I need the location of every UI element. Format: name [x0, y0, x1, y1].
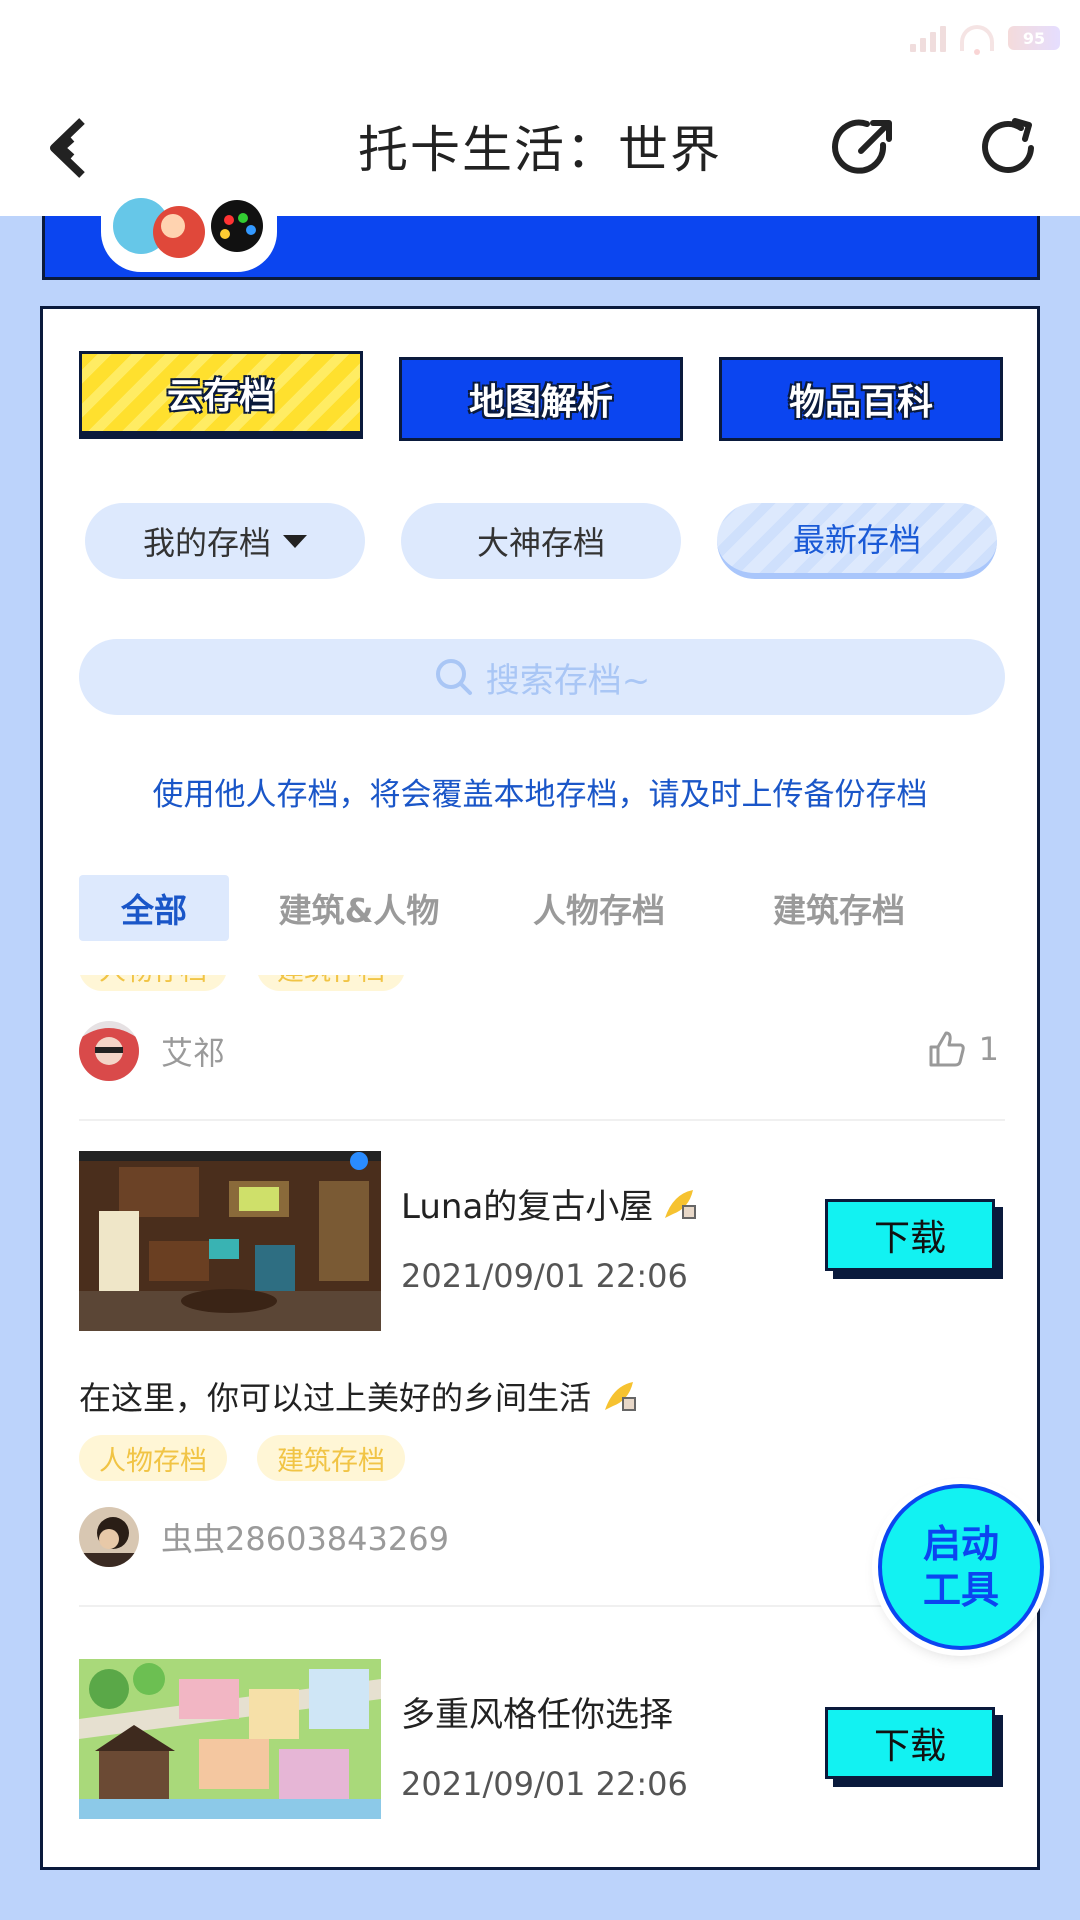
top-nav-buttons: 云存档 地图解析 物品百科 — [79, 351, 1009, 447]
tag-list: 人物存档 建筑存档 — [79, 975, 405, 991]
master-archive-pill[interactable]: 大神存档 — [401, 503, 681, 579]
refresh-button[interactable] — [970, 110, 1046, 186]
share-icon — [832, 119, 892, 174]
archive-title: 多重风格任你选择 — [401, 1687, 673, 1736]
divider — [79, 1119, 1005, 1121]
battery-icon: 95 — [1008, 26, 1060, 50]
author-row: 虫虫28603843269 — [79, 1505, 999, 1569]
archive-thumbnail — [79, 1659, 381, 1819]
filter-pills: 我的存档 大神存档 最新存档 — [85, 503, 1005, 583]
avatar[interactable] — [79, 1021, 139, 1081]
signal-icon — [910, 24, 946, 52]
archive-item[interactable]: 多重风格任你选择 2021/09/01 22:06 下载 — [79, 1659, 1005, 1839]
battery-level: 95 — [1022, 28, 1046, 48]
archive-title-text: 多重风格任你选择 — [401, 1695, 673, 1735]
share-button[interactable] — [826, 110, 902, 186]
tag[interactable]: 建筑存档 — [257, 1435, 405, 1481]
archive-title: Luna的复古小屋 — [401, 1179, 699, 1228]
download-button-label: 下载 — [825, 1199, 995, 1271]
page-title: 托卡生活：世界 — [358, 121, 722, 179]
archive-date: 2021/09/01 22:06 — [401, 1257, 688, 1295]
archive-list: 人物存档 建筑存档 艾祁 1 — [43, 975, 1037, 1867]
item-wiki-button[interactable]: 物品百科 — [719, 357, 1003, 441]
status-bar: 95 — [0, 0, 1080, 80]
thumbs-up-icon — [929, 1031, 965, 1067]
category-tabs: 全部 建筑&人物 人物存档 建筑存档 — [79, 875, 1009, 945]
archive-title-text: Luna的复古小屋 — [401, 1187, 654, 1227]
download-button[interactable]: 下载 — [825, 1707, 1005, 1789]
wifi-icon — [960, 25, 994, 55]
archive-item[interactable]: Luna的复古小屋 2021/09/01 22:06 下载 — [79, 1151, 1005, 1331]
download-button-label: 下载 — [825, 1707, 995, 1779]
tag[interactable]: 人物存档 — [79, 975, 227, 991]
avatar[interactable] — [79, 1507, 139, 1567]
caret-down-icon — [283, 534, 307, 548]
download-button[interactable]: 下载 — [825, 1199, 1005, 1281]
tag[interactable]: 建筑存档 — [257, 975, 405, 991]
archive-panel: 云存档 地图解析 物品百科 我的存档 大神存档 最新存档 搜索存档~ 使用他人存… — [40, 306, 1040, 1870]
map-analysis-button[interactable]: 地图解析 — [399, 357, 683, 441]
refresh-icon — [982, 118, 1034, 173]
tab-all[interactable]: 全部 — [79, 875, 229, 941]
wheat-emoji-icon — [605, 1382, 637, 1411]
archive-thumbnail — [79, 1151, 381, 1331]
tag[interactable]: 人物存档 — [79, 1435, 227, 1481]
overwrite-notice: 使用他人存档，将会覆盖本地存档，请及时上传备份存档 — [152, 777, 928, 813]
launch-tool-button[interactable]: 启动 工具 — [878, 1484, 1044, 1650]
game-logo — [101, 196, 277, 272]
search-placeholder: 搜索存档~ — [485, 660, 651, 701]
tab-building-archive[interactable]: 建筑存档 — [739, 875, 939, 941]
my-archive-dropdown[interactable]: 我的存档 — [85, 503, 365, 579]
wheat-emoji-icon — [665, 1189, 697, 1219]
author-name[interactable]: 艾祁 — [161, 1028, 225, 1074]
cloud-archive-button[interactable]: 云存档 — [79, 351, 363, 439]
author-name[interactable]: 虫虫28603843269 — [161, 1514, 449, 1560]
like-button[interactable]: 1 — [927, 1029, 999, 1069]
latest-archive-pill[interactable]: 最新存档 — [717, 503, 997, 579]
divider — [79, 1605, 1005, 1607]
archive-date: 2021/09/01 22:06 — [401, 1765, 688, 1803]
search-icon — [435, 659, 472, 695]
launch-tool-line2: 工具 — [922, 1568, 999, 1612]
author-row: 艾祁 1 — [79, 1019, 999, 1083]
tag-list: 人物存档 建筑存档 — [79, 1435, 405, 1481]
status-icons: 95 — [910, 20, 1060, 56]
tab-building-character[interactable]: 建筑&人物 — [259, 875, 459, 941]
archive-description: 在这里，你可以过上美好的乡间生活 — [79, 1373, 639, 1419]
game-banner — [42, 196, 1040, 280]
tab-character-archive[interactable]: 人物存档 — [499, 875, 699, 941]
launch-tool-line1: 启动 — [922, 1522, 999, 1566]
search-input[interactable]: 搜索存档~ — [79, 639, 1005, 715]
my-archive-label: 我的存档 — [142, 524, 271, 562]
like-count: 1 — [978, 1030, 999, 1068]
archive-description-text: 在这里，你可以过上美好的乡间生活 — [79, 1379, 592, 1417]
